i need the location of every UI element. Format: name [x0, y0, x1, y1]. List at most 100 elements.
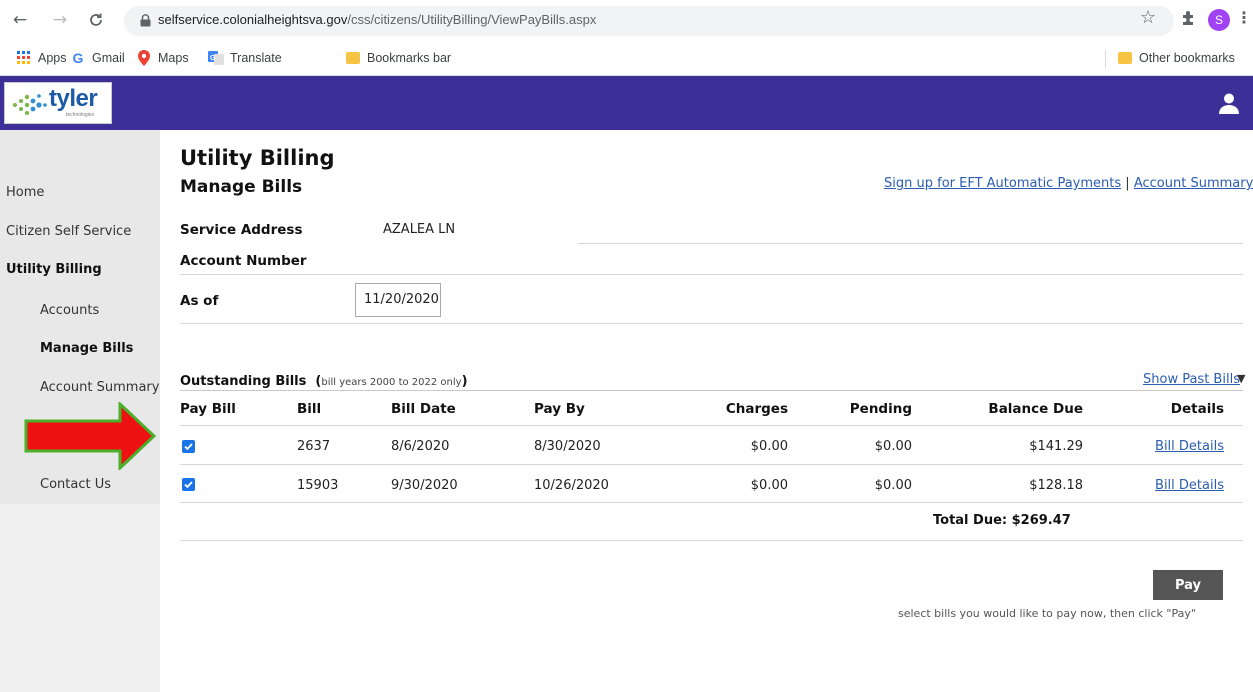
sidebar-item-manage-bills[interactable]: Manage Bills [40, 341, 133, 356]
col-header-charges: Charges [725, 401, 788, 417]
url-text: selfservice.colonialheightsva.gov/css/ci… [158, 12, 596, 27]
forward-arrow-icon[interactable]: → [48, 8, 72, 32]
maps-pin-icon [136, 50, 152, 66]
pay-button[interactable]: Pay [1153, 570, 1223, 600]
divider [180, 464, 1243, 465]
eft-signup-link[interactable]: Sign up for EFT Automatic Payments [884, 176, 1121, 191]
divider [180, 425, 1243, 426]
bookmark-label: Gmail [92, 51, 125, 65]
user-icon[interactable] [1218, 92, 1240, 114]
divider [180, 540, 1243, 541]
sidebar-footer [0, 504, 160, 692]
divider [180, 502, 1243, 503]
bookmarks-bar: Apps G Gmail Maps G Translate Bookmarks … [0, 42, 1253, 76]
divider [578, 243, 1243, 244]
service-address-label: Service Address [180, 222, 303, 238]
account-number-label: Account Number [180, 253, 307, 269]
top-links: Sign up for EFT Automatic Payments | Acc… [884, 176, 1253, 191]
browser-toolbar: ← → selfservice.colonialheightsva.gov/cs… [0, 0, 1253, 42]
logo-subtext: technologies [66, 112, 95, 118]
sidebar-item-home[interactable]: Home [6, 185, 44, 200]
divider [180, 323, 1243, 324]
tyler-logo[interactable]: tyler technologies [4, 82, 112, 124]
red-arrow-icon [24, 402, 156, 470]
url-host: selfservice.colonialheightsva.gov [158, 12, 348, 27]
bill-details-link[interactable]: Bill Details [1124, 478, 1224, 493]
bill-date: 8/6/2020 [391, 439, 450, 454]
pending-value: $0.00 [874, 478, 912, 493]
sidebar-item-utility-billing[interactable]: Utility Billing [6, 262, 102, 277]
profile-avatar[interactable]: S [1208, 9, 1230, 31]
apps-grid-icon [16, 50, 32, 66]
logo-dots-icon [13, 94, 47, 115]
bookmark-maps[interactable]: Maps [136, 50, 189, 66]
col-header-balance-due: Balance Due [988, 401, 1083, 417]
bookmark-label: Other bookmarks [1139, 51, 1235, 65]
bookmark-label: Maps [158, 51, 189, 65]
browser-menu-icon[interactable]: ⋮ [1236, 8, 1252, 27]
page-title: Utility Billing [180, 146, 335, 170]
bookmark-folder[interactable]: Bookmarks bar [345, 50, 451, 66]
lock-icon [140, 14, 151, 27]
back-arrow-icon[interactable]: ← [8, 8, 32, 32]
section-divider [180, 390, 1243, 391]
bookmark-label: Bookmarks bar [367, 51, 452, 65]
address-bar[interactable]: selfservice.colonialheightsva.gov/css/ci… [124, 6, 1174, 36]
divider [180, 274, 1243, 275]
folder-icon [1117, 50, 1133, 66]
as-of-label: As of [180, 293, 219, 309]
account-summary-link[interactable]: Account Summary [1134, 176, 1253, 191]
outstanding-bills-note: bill years 2000 to 2022 only [321, 377, 462, 388]
charges-value: $0.00 [750, 439, 788, 454]
translate-icon: G [208, 50, 224, 66]
bookmark-translate[interactable]: G Translate [208, 50, 282, 66]
bookmarks-divider [1105, 50, 1106, 68]
page-subtitle: Manage Bills [180, 177, 303, 197]
outstanding-bills-title: Outstanding Bills (bill years 2000 to 20… [180, 374, 468, 389]
as-of-date-input[interactable]: 11/20/2020 [355, 283, 441, 317]
reload-icon[interactable] [84, 8, 108, 32]
col-header-bill: Bill [297, 401, 322, 417]
bookmark-label: Apps [38, 51, 67, 65]
balance-due-value: $141.29 [1029, 439, 1083, 454]
pay-by-date: 8/30/2020 [534, 439, 601, 454]
bookmark-apps[interactable]: Apps [16, 50, 67, 66]
sidebar-item-account-summary[interactable]: Account Summary [40, 380, 159, 395]
balance-due-value: $128.18 [1029, 478, 1083, 493]
folder-icon [345, 50, 361, 66]
link-separator: | [1125, 176, 1130, 191]
col-header-pay-bill: Pay Bill [180, 401, 236, 417]
bookmark-label: Translate [230, 51, 282, 65]
bill-details-link[interactable]: Bill Details [1124, 439, 1224, 454]
app-header: tyler technologies [0, 76, 1253, 130]
service-address-value: AZALEA LN [383, 222, 456, 237]
pay-hint: select bills you would like to pay now, … [898, 607, 1196, 620]
double-chevron-down-icon[interactable]: ▼ [1237, 372, 1245, 385]
extensions-icon[interactable] [1180, 9, 1198, 27]
bill-number: 15903 [297, 478, 339, 493]
col-header-pending: Pending [849, 401, 912, 417]
charges-value: $0.00 [750, 478, 788, 493]
pay-bill-checkbox[interactable] [182, 478, 195, 491]
col-header-bill-date: Bill Date [391, 401, 456, 417]
bookmark-other[interactable]: Other bookmarks [1117, 50, 1235, 66]
bill-date: 9/30/2020 [391, 478, 458, 493]
bill-number: 2637 [297, 439, 331, 454]
svg-text:G: G [210, 55, 216, 62]
url-path: /css/citizens/UtilityBilling/ViewPayBill… [347, 12, 597, 27]
logo-text: tyler [49, 85, 98, 112]
total-due: Total Due: $269.47 [933, 513, 1071, 528]
bookmark-star-icon[interactable]: ☆ [1140, 7, 1156, 28]
show-past-bills-link[interactable]: Show Past Bills [1143, 372, 1240, 387]
pay-by-date: 10/26/2020 [534, 478, 609, 493]
bookmark-gmail[interactable]: G Gmail [70, 50, 125, 66]
pay-bill-checkbox[interactable] [182, 440, 195, 453]
col-header-pay-by: Pay By [534, 401, 585, 417]
google-icon: G [72, 50, 84, 66]
sidebar-item-citizen-self-service[interactable]: Citizen Self Service [6, 224, 131, 239]
pending-value: $0.00 [874, 439, 912, 454]
sidebar-item-contact-us[interactable]: Contact Us [40, 477, 111, 492]
outstanding-bills-heading: Outstanding Bills [180, 374, 307, 389]
sidebar-item-accounts[interactable]: Accounts [40, 303, 99, 318]
col-header-details: Details [1170, 401, 1224, 417]
